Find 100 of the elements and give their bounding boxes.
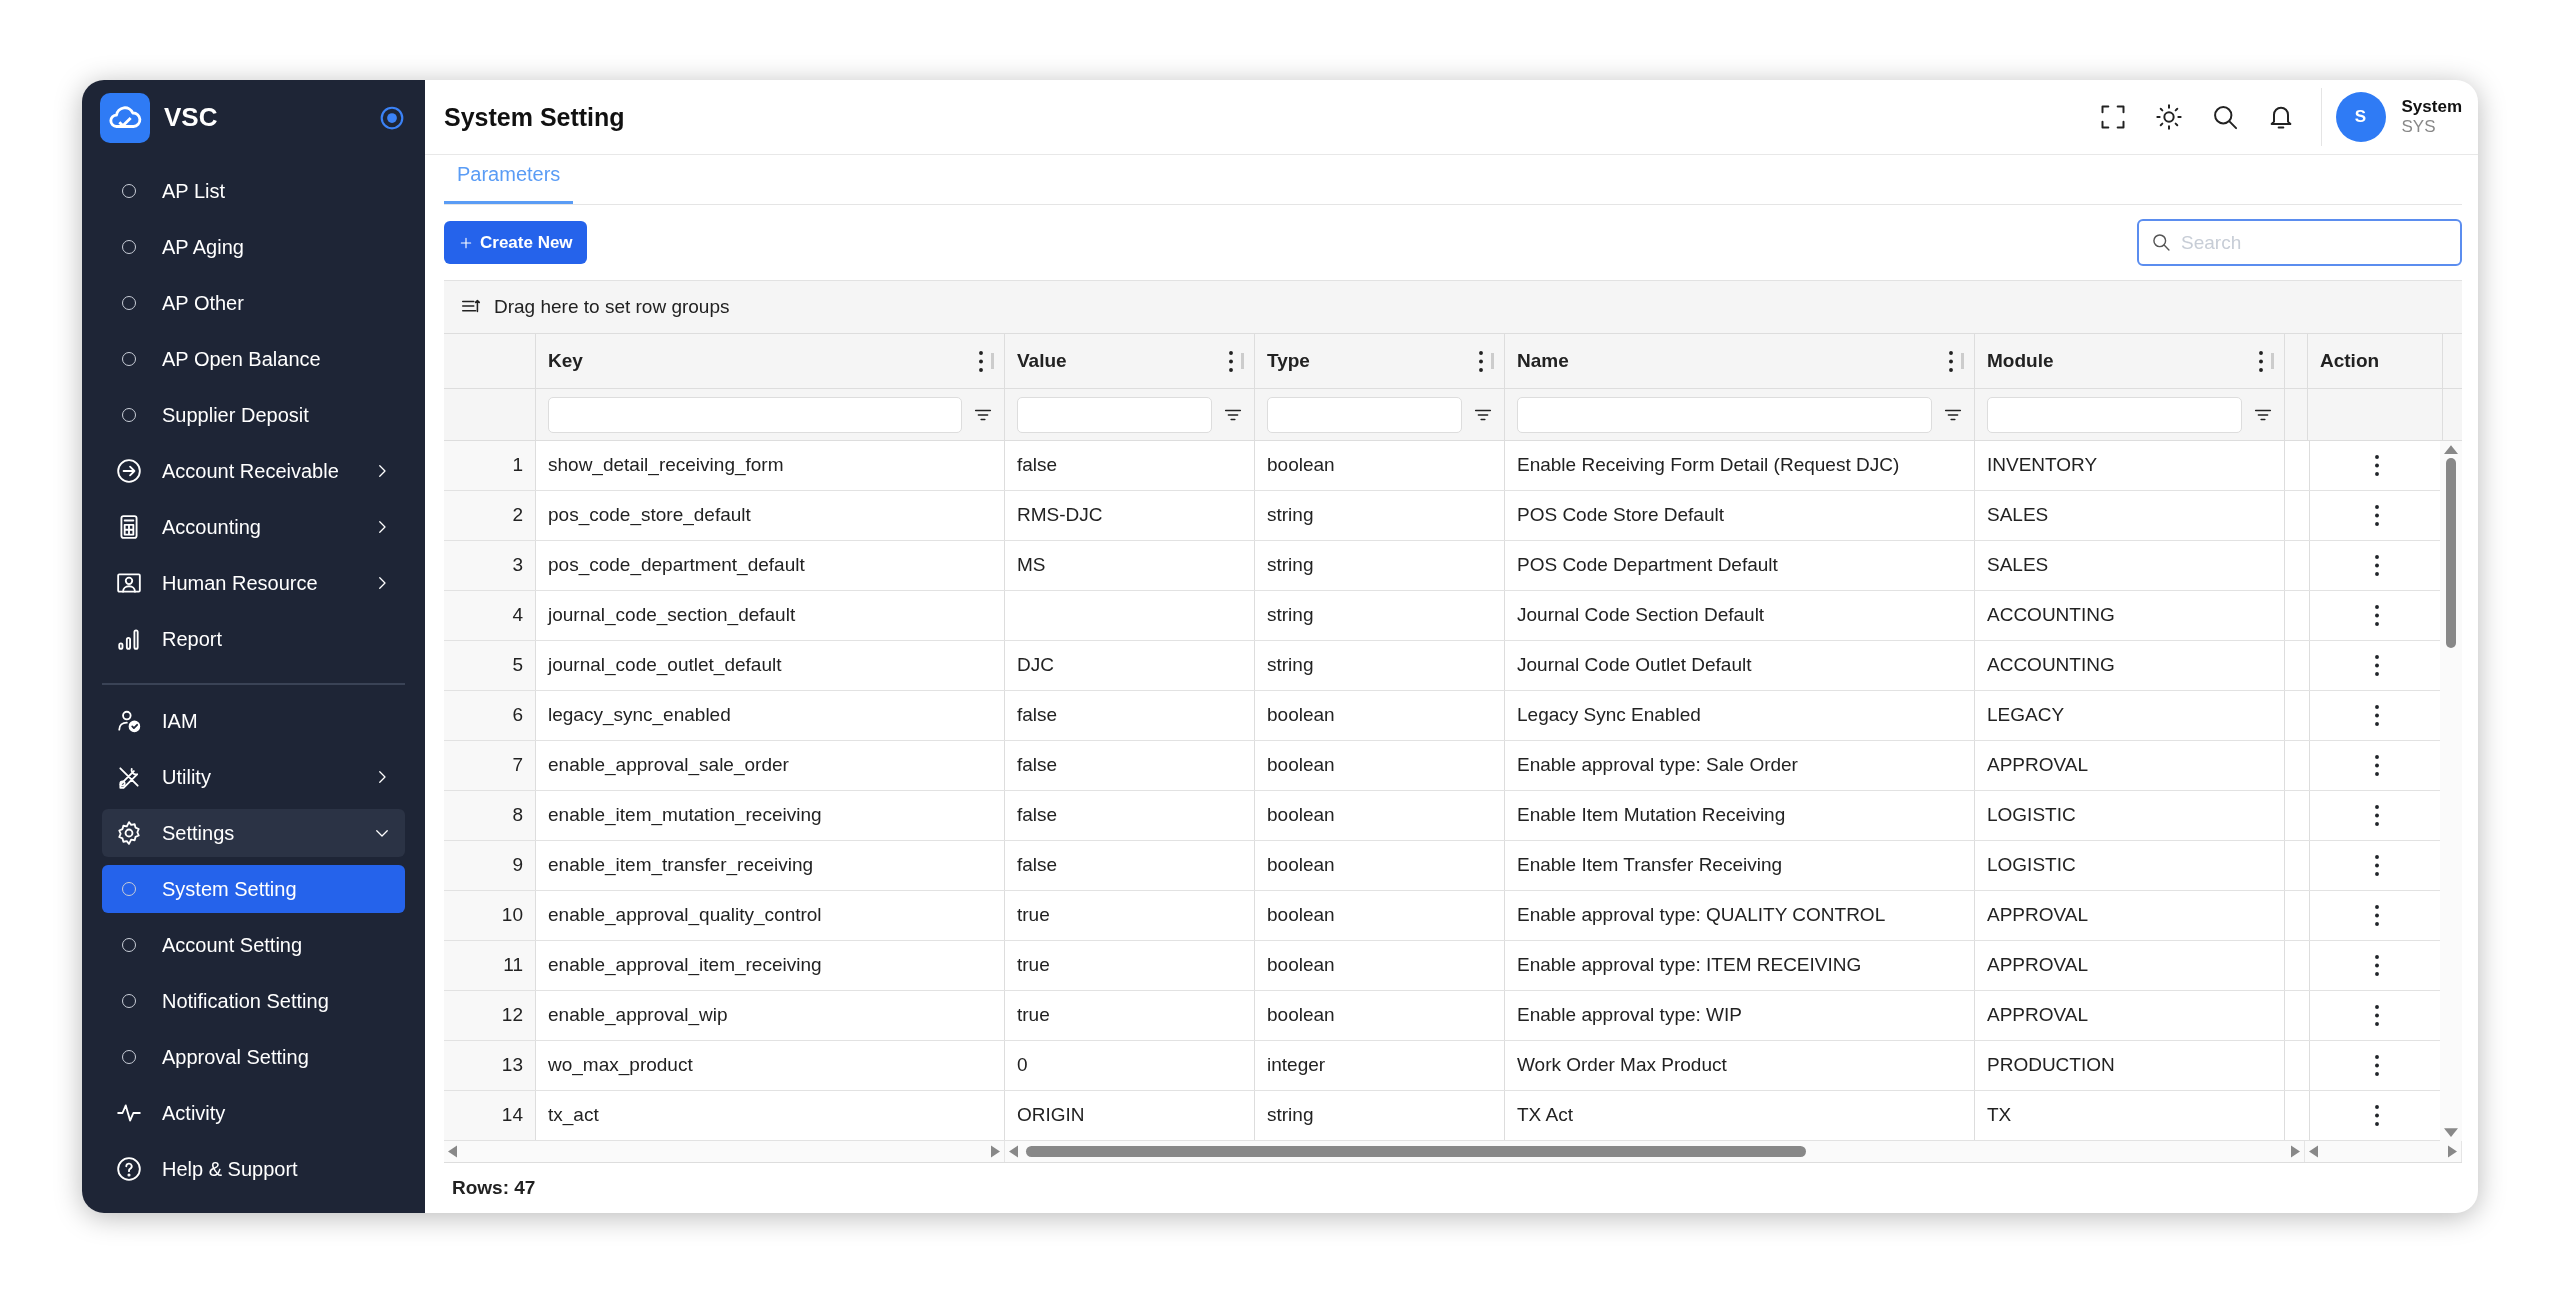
sidebar-item[interactable]: AP Aging xyxy=(102,223,405,271)
table-cell: show_detail_receiving_form xyxy=(536,441,1005,490)
kebab-icon xyxy=(2375,1105,2379,1126)
row-actions-button[interactable] xyxy=(2375,455,2379,476)
row-actions-button[interactable] xyxy=(2375,555,2379,576)
row-actions-button[interactable] xyxy=(2375,1055,2379,1076)
scroll-right-arrow-icon[interactable] xyxy=(2448,1145,2457,1158)
kebab-icon xyxy=(2375,655,2379,676)
sidebar-item[interactable]: Human Resource xyxy=(102,559,405,607)
row-actions-button[interactable] xyxy=(2375,1005,2379,1026)
table-cell: LOGISTIC xyxy=(1975,841,2285,890)
row-number: 5 xyxy=(444,641,536,690)
scrollbar-thumb[interactable] xyxy=(1026,1146,1806,1157)
user-role: SYS xyxy=(2401,117,2437,138)
sidebar-item[interactable]: AP Other xyxy=(102,279,405,327)
row-actions-button[interactable] xyxy=(2375,605,2379,626)
column-menu-icon xyxy=(1229,350,1233,372)
sidebar-item[interactable]: Account Receivable xyxy=(102,447,405,495)
scroll-left-arrow-icon[interactable] xyxy=(2309,1145,2318,1158)
scroll-down-arrow-icon[interactable] xyxy=(2444,1128,2458,1137)
row-count: Rows: 47 xyxy=(451,1175,537,1200)
table-cell: POS Code Store Default xyxy=(1505,491,1975,540)
kebab-icon xyxy=(2375,805,2379,826)
table-cell: Enable Item Mutation Receiving xyxy=(1505,791,1975,840)
table-cell: string xyxy=(1255,541,1505,590)
row-actions-button[interactable] xyxy=(2375,505,2379,526)
search-field[interactable]: Search xyxy=(2137,219,2462,266)
row-number: 3 xyxy=(444,541,536,590)
sidebar-item[interactable]: Supplier Deposit xyxy=(102,391,405,439)
sidebar-item[interactable]: Utility xyxy=(102,753,405,801)
sidebar-item[interactable]: System Setting xyxy=(102,865,405,913)
table-cell: Journal Code Section Default xyxy=(1505,591,1975,640)
filter-field[interactable] xyxy=(1987,396,2242,433)
sidebar-item[interactable]: Approval Setting xyxy=(102,1033,405,1081)
row-number: 6 xyxy=(444,691,536,740)
sidebar-item[interactable]: Accounting xyxy=(102,503,405,551)
sidebar-item[interactable]: Notification Setting xyxy=(102,977,405,1025)
scroll-left-arrow-icon[interactable] xyxy=(448,1145,457,1158)
scroll-right-arrow-icon[interactable] xyxy=(991,1145,1000,1158)
table-cell: pos_code_department_default xyxy=(536,541,1005,590)
kebab-icon xyxy=(2375,905,2379,926)
row-actions-button[interactable] xyxy=(2375,1105,2379,1126)
row-number: 14 xyxy=(444,1091,536,1140)
sidebar-item[interactable]: Settings xyxy=(102,809,405,857)
row-number: 4 xyxy=(444,591,536,640)
sidebar-item[interactable]: AP List xyxy=(102,167,405,215)
table-cell: APPROVAL xyxy=(1975,741,2285,790)
user-check-icon xyxy=(116,708,142,734)
table-cell: DJC xyxy=(1005,641,1255,690)
row-actions-button[interactable] xyxy=(2375,705,2379,726)
table-cell: enable_approval_quality_control xyxy=(536,891,1005,940)
table-cell: enable_item_transfer_receiving xyxy=(536,841,1005,890)
table-cell: boolean xyxy=(1255,741,1505,790)
scrollbar-thumb[interactable] xyxy=(2446,458,2456,648)
column-header[interactable]: Key xyxy=(548,346,583,376)
sidebar-item[interactable]: IAM xyxy=(102,697,405,745)
filter-field[interactable] xyxy=(1517,396,1932,433)
vertical-scrollbar[interactable] xyxy=(2440,441,2462,1141)
column-menu-icon xyxy=(1479,350,1483,372)
column-menu-icon xyxy=(1949,350,1953,372)
table-cell: Journal Code Outlet Default xyxy=(1505,641,1975,690)
sidebar-item[interactable]: Account Setting xyxy=(102,921,405,969)
page-title: System Setting xyxy=(444,102,625,132)
table-cell: MS xyxy=(1005,541,1255,590)
table-cell: string xyxy=(1255,1091,1505,1140)
avatar[interactable]: S xyxy=(2335,92,2386,142)
column-header[interactable]: Value xyxy=(1017,346,1067,376)
column-header[interactable]: Module xyxy=(1987,346,2054,376)
table-cell: Enable approval type: WIP xyxy=(1505,991,1975,1040)
table-cell: false xyxy=(1005,441,1255,490)
column-header[interactable]: Type xyxy=(1267,346,1310,376)
table-cell: boolean xyxy=(1255,941,1505,990)
logo-icon xyxy=(100,92,150,143)
row-actions-button[interactable] xyxy=(2375,655,2379,676)
filter-field[interactable] xyxy=(1267,396,1462,433)
scroll-left-arrow-icon[interactable] xyxy=(1009,1145,1018,1158)
table-cell: ACCOUNTING xyxy=(1975,591,2285,640)
scroll-up-arrow-icon[interactable] xyxy=(2444,445,2458,454)
table-cell: INVENTORY xyxy=(1975,441,2285,490)
column-header[interactable]: Name xyxy=(1517,346,1569,376)
row-actions-button[interactable] xyxy=(2375,805,2379,826)
row-number: 10 xyxy=(444,891,536,940)
filter-field[interactable] xyxy=(548,396,962,433)
sidebar-item[interactable]: Report xyxy=(102,615,405,663)
sidebar-item[interactable]: AP Open Balance xyxy=(102,335,405,383)
create-new-button[interactable]: Create New xyxy=(444,221,587,264)
scroll-right-arrow-icon[interactable] xyxy=(2291,1145,2300,1158)
kebab-icon xyxy=(2375,855,2379,876)
row-actions-button[interactable] xyxy=(2375,755,2379,776)
row-actions-button[interactable] xyxy=(2375,905,2379,926)
table-cell: enable_item_mutation_receiving xyxy=(536,791,1005,840)
row-actions-button[interactable] xyxy=(2375,855,2379,876)
sidebar-item[interactable]: Help & Support xyxy=(102,1145,405,1193)
table-cell: Enable approval type: Sale Order xyxy=(1505,741,1975,790)
sidebar-item[interactable]: Activity xyxy=(102,1089,405,1137)
kebab-icon xyxy=(2375,755,2379,776)
table-cell: Work Order Max Product xyxy=(1505,1041,1975,1090)
user-name: System xyxy=(2401,96,2462,117)
row-actions-button[interactable] xyxy=(2375,955,2379,976)
filter-field[interactable] xyxy=(1017,396,1212,433)
